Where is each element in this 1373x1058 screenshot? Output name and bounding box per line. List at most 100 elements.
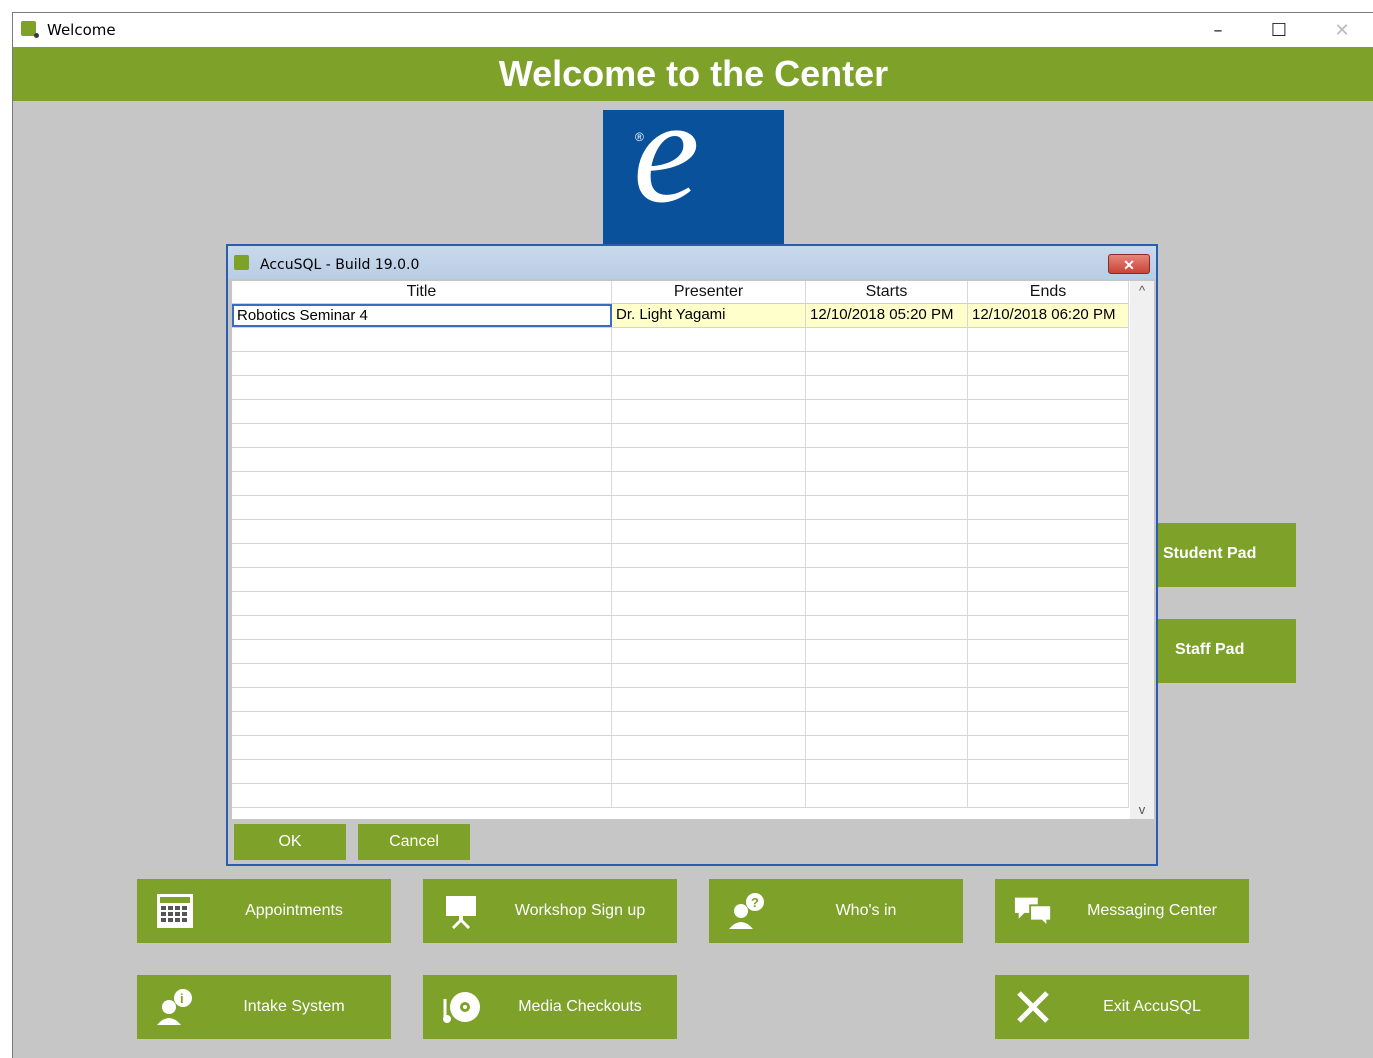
empty-grid-cell[interactable] bbox=[806, 520, 968, 543]
empty-grid-cell[interactable] bbox=[968, 472, 1129, 495]
dialog-close-button[interactable]: ✕ bbox=[1108, 254, 1150, 274]
empty-grid-cell[interactable] bbox=[968, 352, 1129, 375]
empty-grid-cell[interactable] bbox=[232, 400, 612, 423]
empty-grid-row[interactable] bbox=[232, 688, 1129, 712]
empty-grid-cell[interactable] bbox=[806, 400, 968, 423]
empty-grid-row[interactable] bbox=[232, 424, 1129, 448]
empty-grid-cell[interactable] bbox=[612, 472, 806, 495]
empty-grid-row[interactable] bbox=[232, 760, 1129, 784]
empty-grid-cell[interactable] bbox=[968, 376, 1129, 399]
empty-grid-row[interactable] bbox=[232, 568, 1129, 592]
empty-grid-row[interactable] bbox=[232, 400, 1129, 424]
empty-grid-cell[interactable] bbox=[612, 328, 806, 351]
scroll-down-icon[interactable]: v bbox=[1130, 802, 1154, 817]
empty-grid-cell[interactable] bbox=[806, 472, 968, 495]
empty-grid-cell[interactable] bbox=[968, 448, 1129, 471]
empty-grid-cell[interactable] bbox=[968, 640, 1129, 663]
column-header-starts[interactable]: Starts bbox=[806, 281, 968, 303]
empty-grid-cell[interactable] bbox=[806, 784, 968, 807]
empty-grid-cell[interactable] bbox=[232, 352, 612, 375]
empty-grid-cell[interactable] bbox=[806, 592, 968, 615]
table-row[interactable]: Robotics Seminar 4 Dr. Light Yagami 12/1… bbox=[232, 304, 1129, 328]
cell-starts[interactable]: 12/10/2018 05:20 PM bbox=[806, 304, 968, 327]
empty-grid-cell[interactable] bbox=[612, 376, 806, 399]
cell-ends[interactable]: 12/10/2018 06:20 PM bbox=[968, 304, 1129, 327]
empty-grid-cell[interactable] bbox=[612, 520, 806, 543]
empty-grid-cell[interactable] bbox=[232, 424, 612, 447]
empty-grid-row[interactable] bbox=[232, 352, 1129, 376]
empty-grid-row[interactable] bbox=[232, 736, 1129, 760]
empty-grid-cell[interactable] bbox=[232, 376, 612, 399]
cancel-button[interactable]: Cancel bbox=[358, 824, 470, 860]
empty-grid-row[interactable] bbox=[232, 328, 1129, 352]
empty-grid-cell[interactable] bbox=[806, 328, 968, 351]
empty-grid-row[interactable] bbox=[232, 784, 1129, 808]
empty-grid-row[interactable] bbox=[232, 544, 1129, 568]
empty-grid-cell[interactable] bbox=[232, 544, 612, 567]
maximize-button[interactable]: ☐ bbox=[1256, 13, 1302, 47]
empty-grid-cell[interactable] bbox=[232, 496, 612, 519]
empty-grid-row[interactable] bbox=[232, 496, 1129, 520]
empty-grid-row[interactable] bbox=[232, 448, 1129, 472]
empty-grid-cell[interactable] bbox=[968, 568, 1129, 591]
empty-grid-cell[interactable] bbox=[806, 448, 968, 471]
empty-grid-cell[interactable] bbox=[232, 616, 612, 639]
empty-grid-cell[interactable] bbox=[968, 664, 1129, 687]
empty-grid-cell[interactable] bbox=[232, 520, 612, 543]
empty-grid-cell[interactable] bbox=[612, 688, 806, 711]
empty-grid-cell[interactable] bbox=[232, 688, 612, 711]
empty-grid-row[interactable] bbox=[232, 592, 1129, 616]
empty-grid-cell[interactable] bbox=[968, 544, 1129, 567]
empty-grid-cell[interactable] bbox=[968, 760, 1129, 783]
cell-presenter[interactable]: Dr. Light Yagami bbox=[612, 304, 806, 327]
intake-system-button[interactable]: i Intake System bbox=[137, 975, 391, 1039]
empty-grid-cell[interactable] bbox=[232, 736, 612, 759]
column-header-title[interactable]: Title bbox=[232, 281, 612, 303]
empty-grid-cell[interactable] bbox=[968, 496, 1129, 519]
empty-grid-row[interactable] bbox=[232, 640, 1129, 664]
empty-grid-cell[interactable] bbox=[612, 424, 806, 447]
close-button[interactable]: ✕ bbox=[1319, 13, 1365, 47]
empty-grid-cell[interactable] bbox=[612, 616, 806, 639]
grid-vertical-scrollbar[interactable]: ^ v bbox=[1130, 281, 1154, 819]
media-checkouts-button[interactable]: Media Checkouts bbox=[423, 975, 677, 1039]
empty-grid-row[interactable] bbox=[232, 712, 1129, 736]
empty-grid-cell[interactable] bbox=[232, 472, 612, 495]
empty-grid-cell[interactable] bbox=[968, 736, 1129, 759]
empty-grid-cell[interactable] bbox=[968, 328, 1129, 351]
empty-grid-row[interactable] bbox=[232, 616, 1129, 640]
empty-grid-cell[interactable] bbox=[806, 616, 968, 639]
empty-grid-cell[interactable] bbox=[968, 400, 1129, 423]
empty-grid-cell[interactable] bbox=[968, 616, 1129, 639]
empty-grid-cell[interactable] bbox=[612, 712, 806, 735]
empty-grid-cell[interactable] bbox=[806, 760, 968, 783]
empty-grid-cell[interactable] bbox=[968, 592, 1129, 615]
scroll-up-icon[interactable]: ^ bbox=[1130, 283, 1154, 298]
column-header-ends[interactable]: Ends bbox=[968, 281, 1129, 303]
empty-grid-row[interactable] bbox=[232, 376, 1129, 400]
messaging-center-button[interactable]: Messaging Center bbox=[995, 879, 1249, 943]
empty-grid-cell[interactable] bbox=[612, 592, 806, 615]
exit-button[interactable]: Exit AccuSQL bbox=[995, 975, 1249, 1039]
ok-button[interactable]: OK bbox=[234, 824, 346, 860]
empty-grid-cell[interactable] bbox=[806, 712, 968, 735]
empty-grid-cell[interactable] bbox=[612, 496, 806, 519]
empty-grid-cell[interactable] bbox=[232, 760, 612, 783]
empty-grid-cell[interactable] bbox=[232, 592, 612, 615]
empty-grid-cell[interactable] bbox=[968, 712, 1129, 735]
empty-grid-cell[interactable] bbox=[806, 664, 968, 687]
empty-grid-cell[interactable] bbox=[806, 376, 968, 399]
empty-grid-cell[interactable] bbox=[968, 688, 1129, 711]
empty-grid-cell[interactable] bbox=[612, 352, 806, 375]
empty-grid-cell[interactable] bbox=[232, 568, 612, 591]
empty-grid-row[interactable] bbox=[232, 664, 1129, 688]
cell-title[interactable]: Robotics Seminar 4 bbox=[232, 304, 612, 327]
empty-grid-cell[interactable] bbox=[232, 640, 612, 663]
appointments-button[interactable]: Appointments bbox=[137, 879, 391, 943]
empty-grid-cell[interactable] bbox=[806, 544, 968, 567]
whos-in-button[interactable]: ? Who's in bbox=[709, 879, 963, 943]
workshop-signup-button[interactable]: Workshop Sign up bbox=[423, 879, 677, 943]
empty-grid-cell[interactable] bbox=[612, 400, 806, 423]
empty-grid-cell[interactable] bbox=[612, 448, 806, 471]
empty-grid-cell[interactable] bbox=[806, 424, 968, 447]
